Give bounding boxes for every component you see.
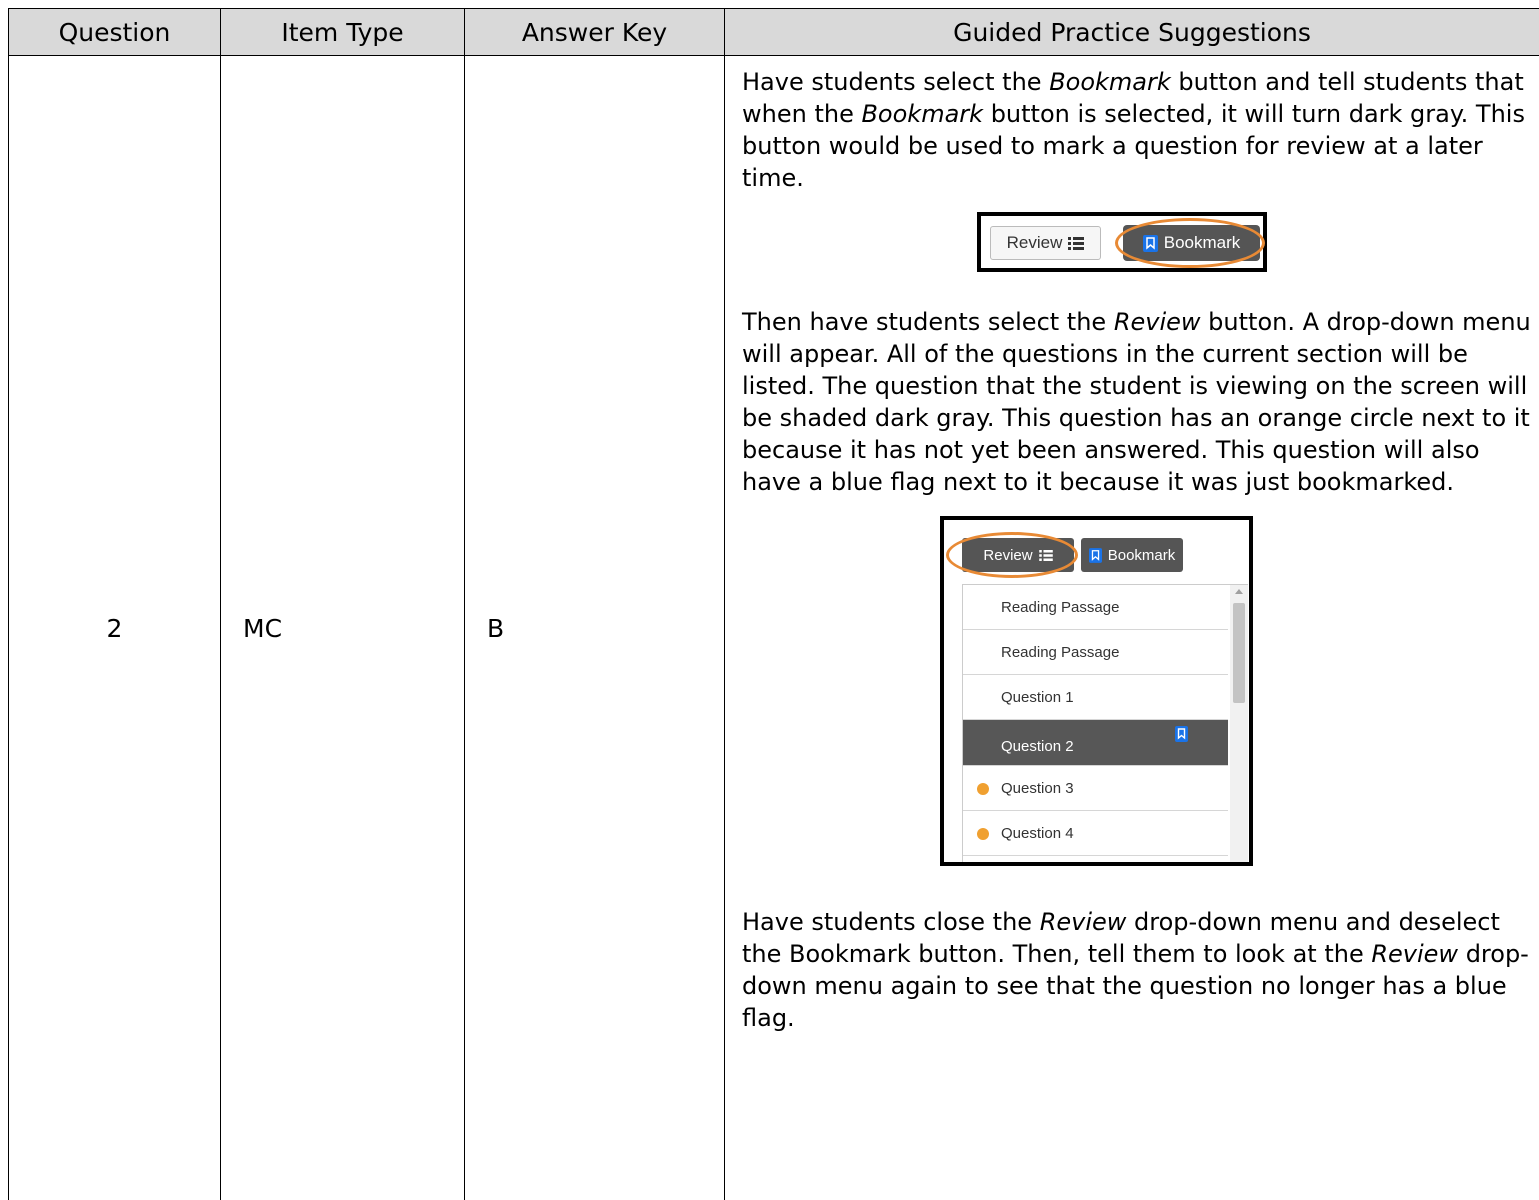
table-row: 2 MC B Have students select the Bookmark… bbox=[9, 56, 1539, 1200]
guidance-paragraph-1: Have students select the Bookmark button… bbox=[742, 66, 1539, 194]
header-item-type: Item Type bbox=[221, 9, 465, 56]
guided-practice-table: Question Item Type Answer Key Guided Pra… bbox=[8, 8, 1539, 1200]
guidance-paragraph-3: Have students close the Review drop-down… bbox=[742, 906, 1539, 1034]
bookmark-button[interactable]: Bookmark bbox=[1081, 538, 1183, 572]
highlight-ellipse bbox=[1115, 218, 1265, 268]
scroll-thumb[interactable] bbox=[1233, 603, 1245, 703]
header-guided-practice: Guided Practice Suggestions bbox=[725, 9, 1539, 56]
unanswered-dot-icon bbox=[977, 783, 989, 795]
list-item[interactable]: Question 4 bbox=[963, 811, 1228, 856]
guidance-cell: Have students select the Bookmark button… bbox=[725, 56, 1539, 1200]
question-number-cell: 2 bbox=[9, 56, 221, 1200]
bookmark-toolbar-screenshot: Review Bookmark bbox=[977, 212, 1267, 272]
list-item[interactable]: Reading Passage bbox=[963, 630, 1228, 675]
menu-scrollbar[interactable] bbox=[1230, 585, 1248, 866]
header-row: Question Item Type Answer Key Guided Pra… bbox=[9, 9, 1539, 56]
bookmark-icon bbox=[1089, 548, 1102, 563]
list-item[interactable]: Question 1 bbox=[963, 675, 1228, 720]
scroll-up-arrow-icon[interactable] bbox=[1235, 589, 1243, 594]
header-question: Question bbox=[9, 9, 221, 56]
guidance-paragraph-2: Then have students select the Review but… bbox=[742, 306, 1539, 498]
bookmark-flag-icon bbox=[1175, 726, 1188, 742]
review-menu-screenshot: Review Bookmark bbox=[940, 516, 1253, 866]
highlight-ellipse bbox=[946, 532, 1078, 578]
review-button[interactable]: Review bbox=[990, 226, 1101, 260]
review-dropdown-menu: Reading Passage Reading Passage Question… bbox=[962, 584, 1248, 866]
list-item[interactable]: Question 3 bbox=[963, 766, 1228, 811]
unanswered-dot-icon bbox=[977, 828, 989, 840]
list-item[interactable]: Reading Passage bbox=[963, 585, 1228, 630]
item-type-cell: MC bbox=[221, 56, 465, 1200]
header-answer-key: Answer Key bbox=[465, 9, 725, 56]
list-icon bbox=[1068, 237, 1084, 250]
answer-key-cell: B bbox=[465, 56, 725, 1200]
list-item-current[interactable]: Question 2 bbox=[963, 720, 1228, 766]
